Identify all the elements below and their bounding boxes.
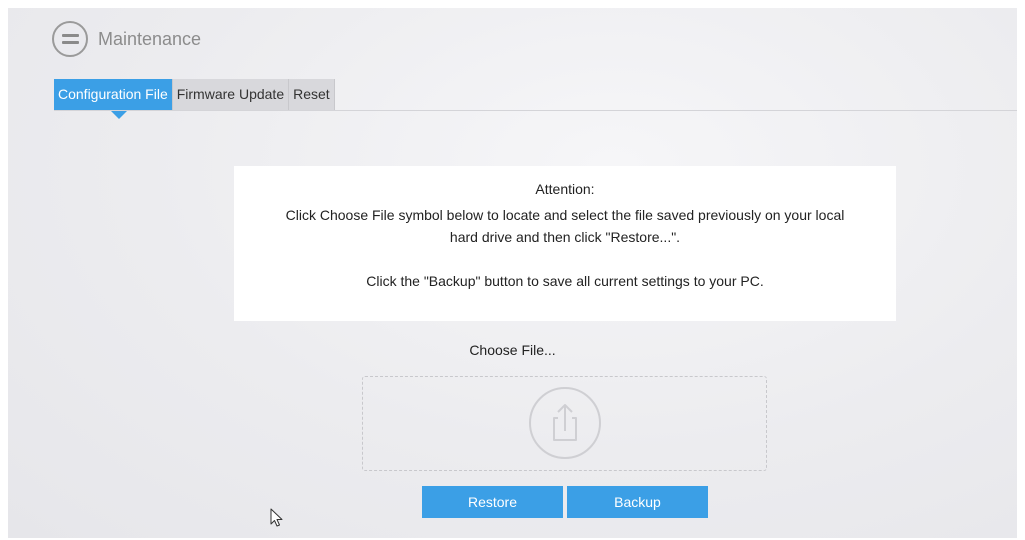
- tab-reset[interactable]: Reset: [289, 79, 335, 110]
- mouse-cursor-icon: [270, 508, 283, 527]
- menu-icon[interactable]: [52, 21, 88, 57]
- tab-configuration-file[interactable]: Configuration File: [54, 79, 173, 119]
- menu-icon-bar: [61, 34, 79, 37]
- attention-title: Attention:: [535, 181, 595, 197]
- upload-icon[interactable]: [527, 385, 603, 461]
- page-frame: Maintenance Configuration File Firmware …: [8, 8, 1017, 538]
- restore-button[interactable]: Restore: [422, 486, 563, 518]
- page-title: Maintenance: [98, 28, 202, 49]
- attention-restore-text: Click Choose File symbol below to locate…: [285, 207, 845, 223]
- tab-bar: Configuration File Firmware Update Reset: [54, 79, 335, 119]
- attention-backup-text: Click the "Backup" button to save all cu…: [366, 273, 764, 289]
- backup-button[interactable]: Backup: [567, 486, 708, 518]
- attention-restore-text-cont: hard drive and then click "Restore...".: [449, 229, 681, 245]
- file-drop-zone[interactable]: [362, 376, 767, 471]
- attention-panel: Attention: Click Choose File symbol belo…: [234, 166, 896, 321]
- tab-firmware-update[interactable]: Firmware Update: [172, 79, 290, 110]
- choose-file-label: Choose File...: [469, 342, 556, 358]
- menu-icon-bar: [61, 41, 79, 44]
- page-header: Maintenance: [52, 21, 201, 57]
- tab-divider: [54, 110, 1017, 111]
